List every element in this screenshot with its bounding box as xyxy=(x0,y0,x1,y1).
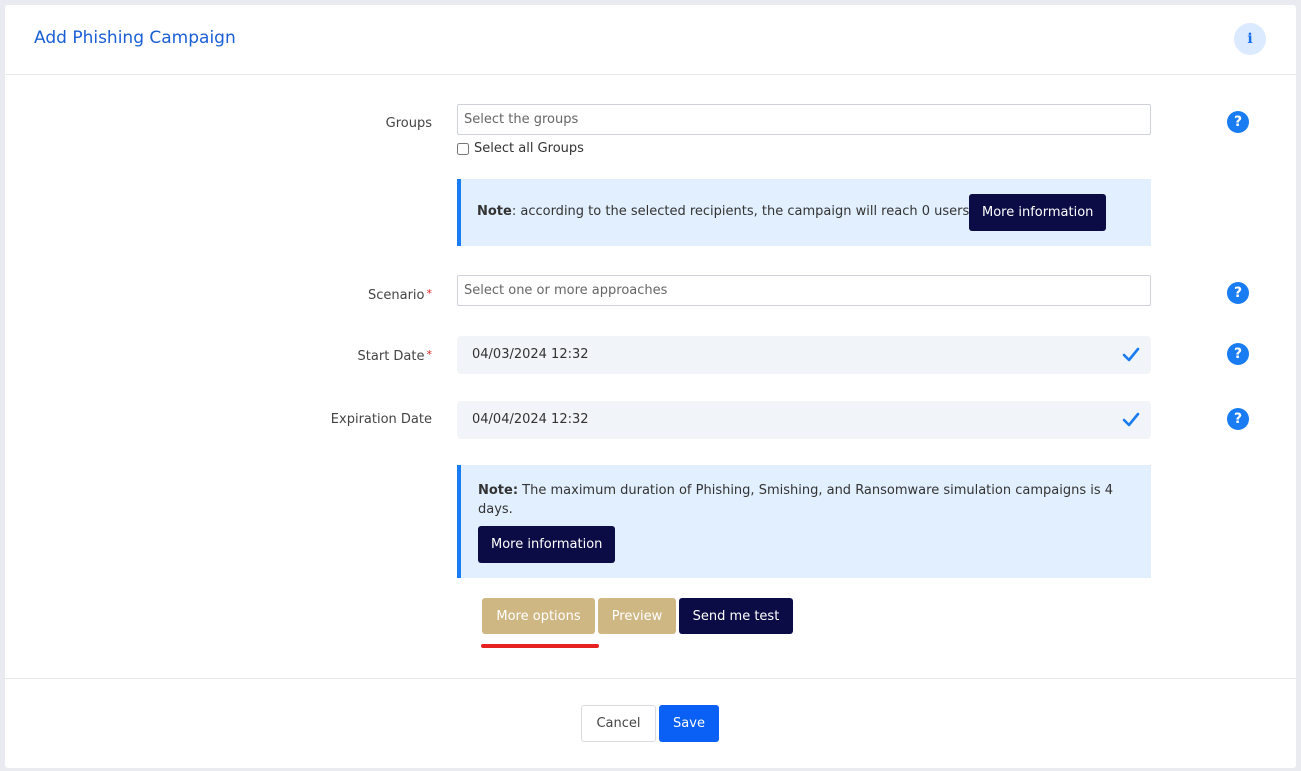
duration-note: Note: The maximum duration of Phishing, … xyxy=(457,465,1151,578)
duration-more-info-button[interactable]: More information xyxy=(478,526,616,563)
groups-placeholder: Select the groups xyxy=(464,112,579,127)
cancel-button[interactable]: Cancel xyxy=(581,705,656,742)
recipients-note: Note: according to the selected recipien… xyxy=(457,179,1151,246)
groups-label: Groups xyxy=(385,116,432,131)
select-all-groups-label: Select all Groups xyxy=(474,141,584,156)
info-icon[interactable]: i xyxy=(1234,23,1266,55)
scenario-placeholder: Select one or more approaches xyxy=(464,283,668,298)
groups-help-icon[interactable]: ? xyxy=(1227,111,1249,133)
recipients-more-info-button[interactable]: More information xyxy=(969,194,1107,231)
expiration-date-label: Expiration Date xyxy=(330,412,432,427)
page-title: Add Phishing Campaign xyxy=(34,28,236,48)
scenario-label: Scenario * xyxy=(367,287,432,303)
start-date-value: 04/03/2024 12:32 xyxy=(472,347,589,362)
duration-note-text: Note: The maximum duration of Phishing, … xyxy=(478,483,1114,517)
start-date-input[interactable]: 04/03/2024 12:32 xyxy=(457,336,1151,374)
campaign-form-card: Add Phishing Campaign i Groups Select th… xyxy=(5,5,1296,768)
groups-select[interactable]: Select the groups xyxy=(457,104,1151,135)
checkmark-icon xyxy=(1122,347,1140,362)
scenario-help-icon[interactable]: ? xyxy=(1227,282,1249,304)
checkmark-icon xyxy=(1122,412,1140,427)
highlight-underline xyxy=(481,644,599,648)
footer-divider xyxy=(5,678,1296,679)
select-all-groups[interactable]: Select all Groups xyxy=(457,141,584,156)
preview-button[interactable]: Preview xyxy=(598,598,676,634)
start-date-help-icon[interactable]: ? xyxy=(1227,343,1249,365)
expiration-date-help-icon[interactable]: ? xyxy=(1227,408,1249,430)
scenario-select[interactable]: Select one or more approaches xyxy=(457,275,1151,306)
select-all-groups-checkbox[interactable] xyxy=(457,142,469,155)
send-me-test-button[interactable]: Send me test xyxy=(679,598,793,634)
save-button[interactable]: Save xyxy=(659,705,719,742)
card-header: Add Phishing Campaign i xyxy=(5,5,1296,75)
expiration-date-input[interactable]: 04/04/2024 12:32 xyxy=(457,401,1151,439)
recipients-note-text: Note: according to the selected recipien… xyxy=(477,204,974,219)
expiration-date-value: 04/04/2024 12:32 xyxy=(472,412,589,427)
more-options-button[interactable]: More options xyxy=(482,598,595,634)
start-date-label: Start Date * xyxy=(357,348,432,364)
